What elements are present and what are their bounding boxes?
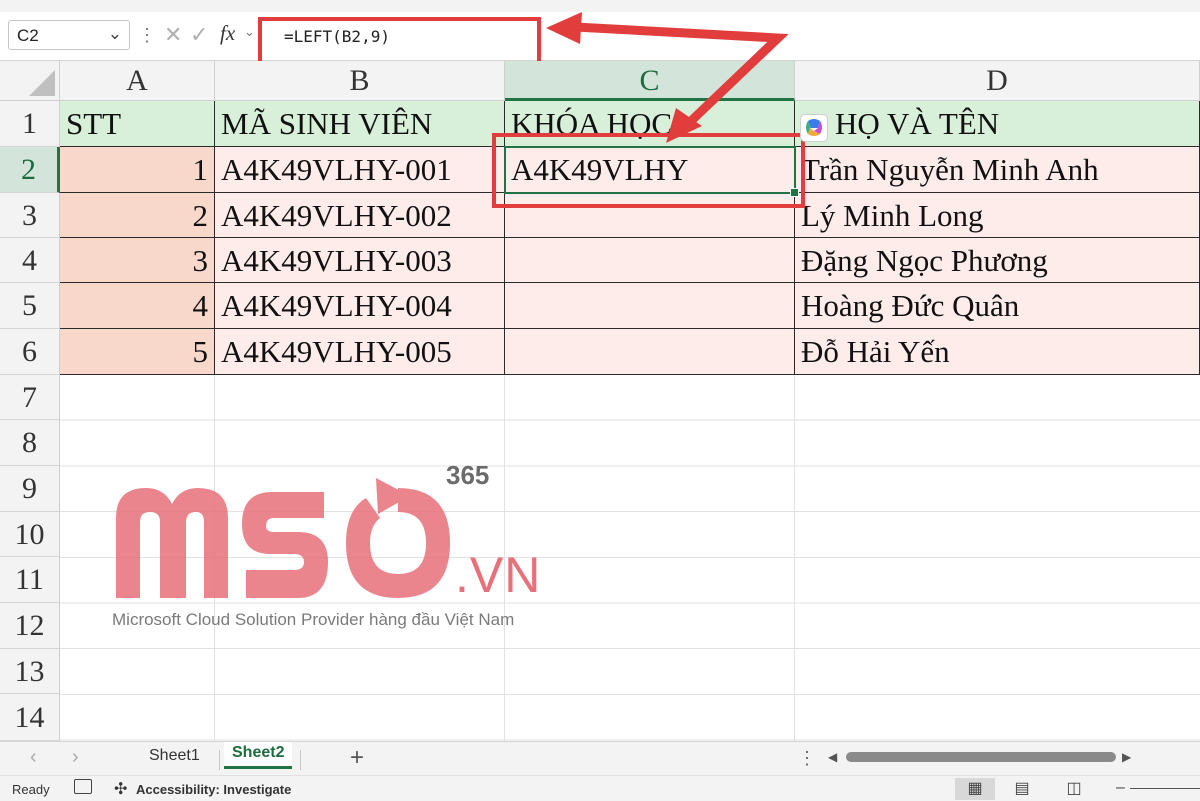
cell-a2[interactable]: 1 xyxy=(60,147,215,193)
cell-d1[interactable]: HỌ VÀ TÊN xyxy=(795,101,1200,147)
tab-sheet1[interactable]: Sheet1 xyxy=(149,747,200,765)
tab-separator xyxy=(219,750,220,770)
row-header-10[interactable]: 10 xyxy=(0,512,60,557)
cell-d4[interactable]: Đặng Ngọc Phương xyxy=(795,238,1200,283)
page-layout-view-icon[interactable]: ▤ xyxy=(1002,778,1042,800)
tab-separator xyxy=(300,750,301,770)
normal-view-icon[interactable]: ▦ xyxy=(955,778,995,800)
page-break-view-icon[interactable]: ◫ xyxy=(1054,778,1094,800)
row-header-14[interactable]: 14 xyxy=(0,694,60,741)
tab-sheet2[interactable]: Sheet2 xyxy=(224,742,293,769)
zoom-out-icon[interactable]: – xyxy=(1116,779,1125,797)
watermark-suffix: .VN xyxy=(455,547,542,603)
zoom-slider[interactable] xyxy=(1130,788,1200,789)
row-header-1[interactable]: 1 xyxy=(0,101,60,147)
cell-b3[interactable]: A4K49VLHY-002 xyxy=(215,193,505,238)
row-header-5[interactable]: 5 xyxy=(0,283,60,329)
cell-a6[interactable]: 5 xyxy=(60,329,215,375)
name-box-value: C2 xyxy=(17,26,39,45)
tab-splitter-icon[interactable]: ⋮ xyxy=(798,748,816,769)
cell-a5[interactable]: 4 xyxy=(60,283,215,329)
accessibility-icon[interactable]: ✣ xyxy=(114,779,127,799)
watermark-365: 365 xyxy=(446,460,490,490)
status-ready: Ready xyxy=(12,782,50,797)
row-header-6[interactable]: 6 xyxy=(0,329,60,375)
row-header-2[interactable]: 2 xyxy=(0,147,60,193)
add-sheet-button[interactable]: + xyxy=(350,744,364,772)
macro-recorder-icon[interactable] xyxy=(74,779,92,794)
cancel-icon[interactable]: ✕ xyxy=(164,22,182,48)
cell-b5[interactable]: A4K49VLHY-004 xyxy=(215,283,505,329)
cell-d5[interactable]: Hoàng Đức Quân xyxy=(795,283,1200,329)
ribbon-strip xyxy=(0,0,1200,12)
cell-a1[interactable]: STT xyxy=(60,101,215,147)
formula-bar-buttons: ✕ ✓ fx ⌄ xyxy=(158,20,258,50)
scroll-left-icon[interactable]: ◀ xyxy=(828,750,837,764)
cell-a4[interactable]: 3 xyxy=(60,238,215,283)
cell-b1[interactable]: MÃ SINH VIÊN xyxy=(215,101,505,147)
column-header-a[interactable]: A xyxy=(60,61,215,101)
cell-c4[interactable] xyxy=(505,238,795,283)
column-header-b[interactable]: B xyxy=(215,61,505,101)
mso-watermark: 365 .VN Microsoft Cloud Solution Provide… xyxy=(110,460,550,640)
watermark-tagline: Microsoft Cloud Solution Provider hàng đ… xyxy=(112,610,515,629)
cell-b4[interactable]: A4K49VLHY-003 xyxy=(215,238,505,283)
status-bar: Ready ✣ Accessibility: Investigate ▦ ▤ ◫… xyxy=(0,775,1200,801)
cell-c5[interactable] xyxy=(505,283,795,329)
row-header-13[interactable]: 13 xyxy=(0,649,60,694)
cell-c6[interactable] xyxy=(505,329,795,375)
row-header-3[interactable]: 3 xyxy=(0,193,60,238)
row-header-7[interactable]: 7 xyxy=(0,375,60,420)
row-header-4[interactable]: 4 xyxy=(0,238,60,283)
copilot-icon[interactable] xyxy=(800,114,828,142)
formula-bar-grip-icon[interactable]: ⋮ xyxy=(138,26,156,44)
function-chevron-icon[interactable]: ⌄ xyxy=(244,24,255,40)
cell-a3[interactable]: 2 xyxy=(60,193,215,238)
scroll-tabs-left-icon[interactable]: ‹ xyxy=(30,746,37,769)
sheet-tab-bar: ‹ › Sheet1 Sheet2 + ⋮ ◀ ▶ xyxy=(0,741,1200,775)
horizontal-scrollbar-thumb[interactable] xyxy=(846,752,1116,762)
column-header-d[interactable]: D xyxy=(795,61,1200,101)
select-all-button[interactable] xyxy=(0,61,60,101)
column-header-c[interactable]: C xyxy=(505,61,795,101)
insert-function-icon[interactable]: fx xyxy=(220,21,235,46)
cell-highlight-box xyxy=(492,133,805,208)
formula-bar: C2 ⌄ ⋮ ✕ ✓ fx ⌄ =LEFT(B2,9) xyxy=(0,12,1200,72)
cell-d2[interactable]: Trần Nguyễn Minh Anh xyxy=(795,147,1200,193)
row-header-12[interactable]: 12 xyxy=(0,603,60,649)
cell-d3[interactable]: Lý Minh Long xyxy=(795,193,1200,238)
row-header-11[interactable]: 11 xyxy=(0,557,60,603)
accessibility-status[interactable]: Accessibility: Investigate xyxy=(136,782,291,797)
scroll-right-icon[interactable]: ▶ xyxy=(1122,750,1131,764)
check-icon[interactable]: ✓ xyxy=(190,22,208,48)
scroll-tabs-right-icon[interactable]: › xyxy=(72,746,79,769)
chevron-down-icon[interactable]: ⌄ xyxy=(108,24,122,44)
mso-logo xyxy=(116,478,450,598)
cell-b6[interactable]: A4K49VLHY-005 xyxy=(215,329,505,375)
cell-b2[interactable]: A4K49VLHY-001 xyxy=(215,147,505,193)
name-box[interactable]: C2 ⌄ xyxy=(8,20,130,50)
row-header-9[interactable]: 9 xyxy=(0,466,60,512)
cell-d6[interactable]: Đỗ Hải Yến xyxy=(795,329,1200,375)
row-header-8[interactable]: 8 xyxy=(0,420,60,466)
